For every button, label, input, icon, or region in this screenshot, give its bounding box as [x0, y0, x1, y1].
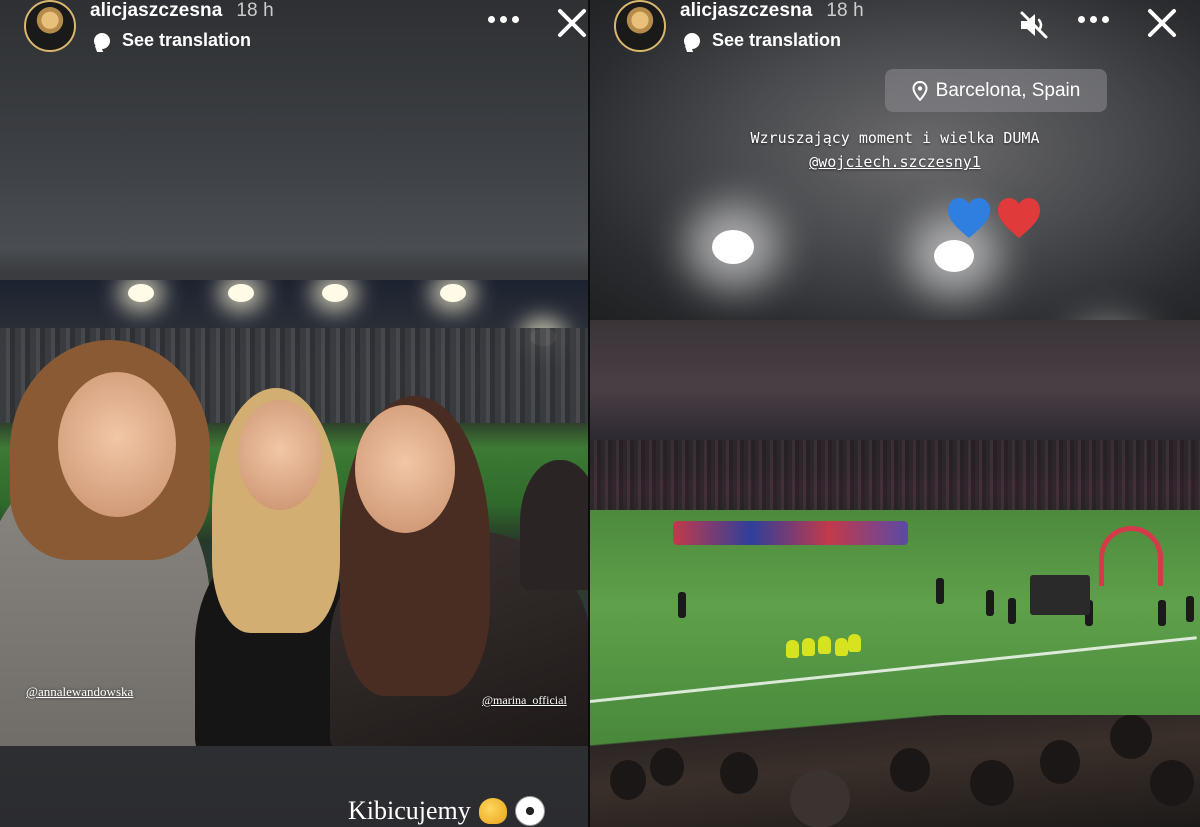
story-header: alicjaszczesna 18 h See translation — [0, 0, 588, 60]
soccer-ball-emoji — [514, 796, 545, 826]
story-caption: Kibicujemy — [348, 796, 545, 826]
mention-tag[interactable]: @marina_official — [482, 693, 567, 708]
pitch-banner — [673, 521, 908, 545]
blue-heart-emoji — [948, 198, 990, 238]
mute-icon[interactable] — [1018, 10, 1050, 40]
translate-bubble-icon — [684, 32, 700, 49]
translate-bubble-icon — [94, 32, 110, 49]
see-translation-button[interactable]: See translation — [684, 30, 841, 51]
story-time: 18 h — [236, 0, 274, 21]
story-caption: Wzruszający moment i wielka DUMA @wojcie… — [590, 126, 1200, 174]
username[interactable]: alicjaszczesna 18 h — [680, 0, 864, 22]
caption-line: Wzruszający moment i wielka DUMA — [750, 129, 1040, 147]
crowd — [590, 440, 1200, 510]
see-translation-label: See translation — [122, 30, 252, 50]
avatar[interactable] — [614, 0, 666, 52]
location-sticker[interactable]: Barcelona, Spain — [885, 69, 1107, 112]
floodlight — [934, 240, 974, 272]
username-text[interactable]: alicjaszczesna — [680, 0, 812, 21]
story-time: 18 h — [826, 0, 864, 21]
location-label: Barcelona, Spain — [935, 79, 1081, 101]
see-translation-button[interactable]: See translation — [94, 30, 251, 51]
floodlight — [712, 230, 754, 264]
avatar[interactable] — [24, 0, 76, 52]
story-header: alicjaszczesna 18 h See translation — [590, 0, 1200, 60]
mention-tag[interactable]: @annalewandowska — [26, 684, 133, 700]
caption-text: Kibicujemy — [348, 796, 471, 825]
more-icon[interactable] — [1078, 16, 1109, 23]
more-icon[interactable] — [488, 16, 519, 23]
username[interactable]: alicjaszczesna 18 h — [90, 0, 274, 22]
location-pin-icon — [912, 80, 928, 101]
flexed-biceps-emoji — [478, 798, 507, 824]
close-icon[interactable] — [555, 6, 588, 40]
close-icon[interactable] — [1145, 6, 1179, 40]
see-translation-label: See translation — [712, 30, 842, 50]
story-right[interactable]: alicjaszczesna 18 h See translation Barce… — [590, 0, 1200, 827]
story-left[interactable]: alicjaszczesna 18 h See translation @anna… — [0, 0, 588, 827]
selfie-photo: @annalewandowska @marina_official — [0, 280, 588, 746]
mention-tag[interactable]: @wojciech.szczesny1 — [590, 150, 1200, 174]
red-heart-emoji — [998, 198, 1040, 238]
username-text[interactable]: alicjaszczesna — [90, 0, 222, 21]
inflatable-arch — [1099, 526, 1163, 586]
hearts-emoji-row — [946, 196, 1042, 240]
